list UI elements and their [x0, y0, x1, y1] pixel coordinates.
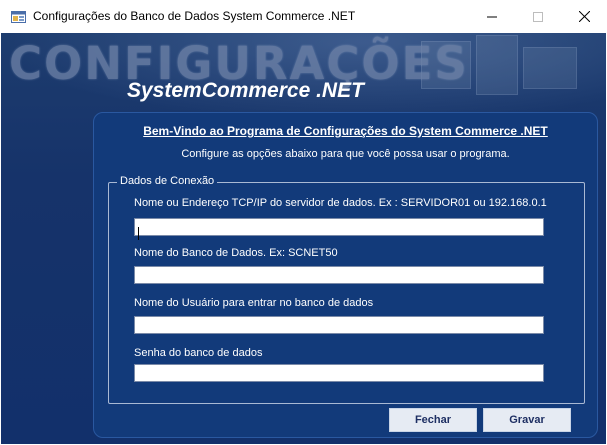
- banner-decoration: [523, 47, 577, 89]
- window-client-area: CONFIGURAÇÕES SystemCommerce .NET Bem-Vi…: [1, 33, 606, 444]
- database-name-input[interactable]: [134, 266, 544, 284]
- close-form-button[interactable]: Fechar: [389, 408, 477, 432]
- username-label: Nome do Usuário para entrar no banco de …: [134, 297, 374, 309]
- close-button[interactable]: [561, 0, 607, 33]
- minimize-button[interactable]: [469, 0, 515, 33]
- maximize-button[interactable]: [515, 0, 561, 33]
- welcome-heading: Bem-Vindo ao Programa de Configurações d…: [143, 124, 548, 138]
- username-input[interactable]: [134, 316, 544, 334]
- password-label: Senha do banco de dados: [134, 347, 263, 359]
- text-caret: [138, 227, 139, 240]
- configuration-panel: Bem-Vindo ao Programa de Configurações d…: [93, 112, 598, 438]
- server-address-input[interactable]: [134, 218, 544, 236]
- maximize-icon: [533, 11, 543, 22]
- banner-subtitle: SystemCommerce .NET: [127, 79, 364, 102]
- title-bar: Configurações do Banco de Dados System C…: [0, 0, 607, 33]
- window-app-icon: [11, 11, 26, 23]
- close-icon: [578, 11, 590, 22]
- window-title: Configurações do Banco de Dados System C…: [33, 9, 356, 23]
- groupbox-legend: Dados de Conexão: [117, 175, 218, 187]
- database-name-label: Nome do Banco de Dados. Ex: SCNET50: [134, 247, 338, 259]
- instruction-text: Configure as opções abaixo para que você…: [181, 148, 510, 160]
- save-button[interactable]: Gravar: [483, 408, 571, 432]
- server-address-label: Nome ou Endereço TCP/IP do servidor de d…: [134, 197, 547, 209]
- banner-decoration: [476, 35, 518, 95]
- connection-groupbox: Dados de Conexão Nome ou Endereço TCP/IP…: [108, 175, 585, 404]
- password-input[interactable]: [134, 364, 544, 382]
- minimize-icon: [487, 16, 497, 17]
